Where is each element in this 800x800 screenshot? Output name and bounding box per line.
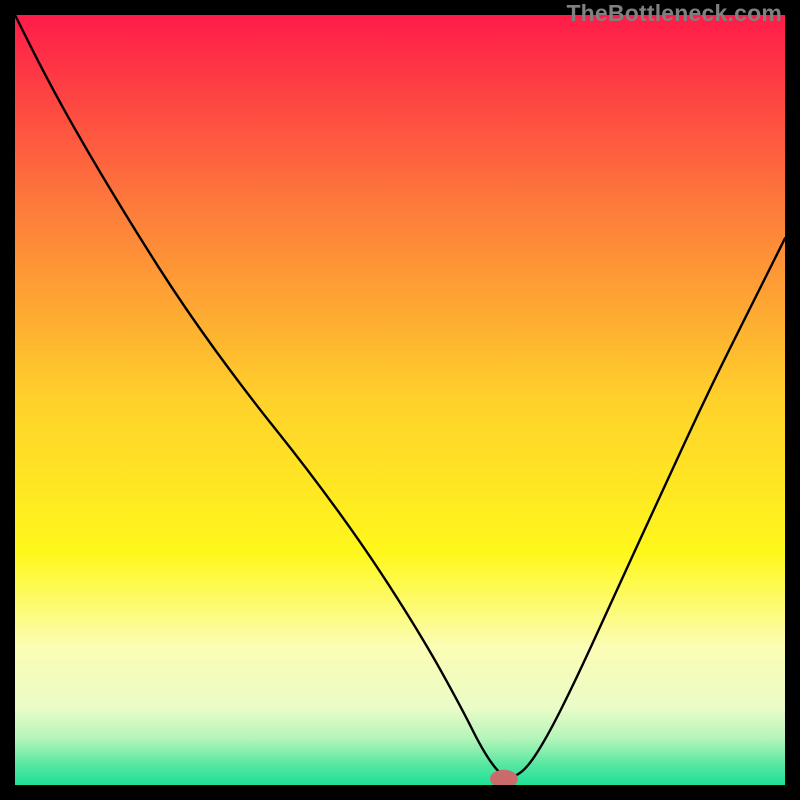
gradient-background: [15, 15, 785, 785]
plot-svg: [15, 15, 785, 785]
watermark-label: TheBottleneck.com: [566, 0, 782, 27]
chart-canvas: TheBottleneck.com: [0, 0, 800, 800]
plot-area: [15, 15, 785, 785]
